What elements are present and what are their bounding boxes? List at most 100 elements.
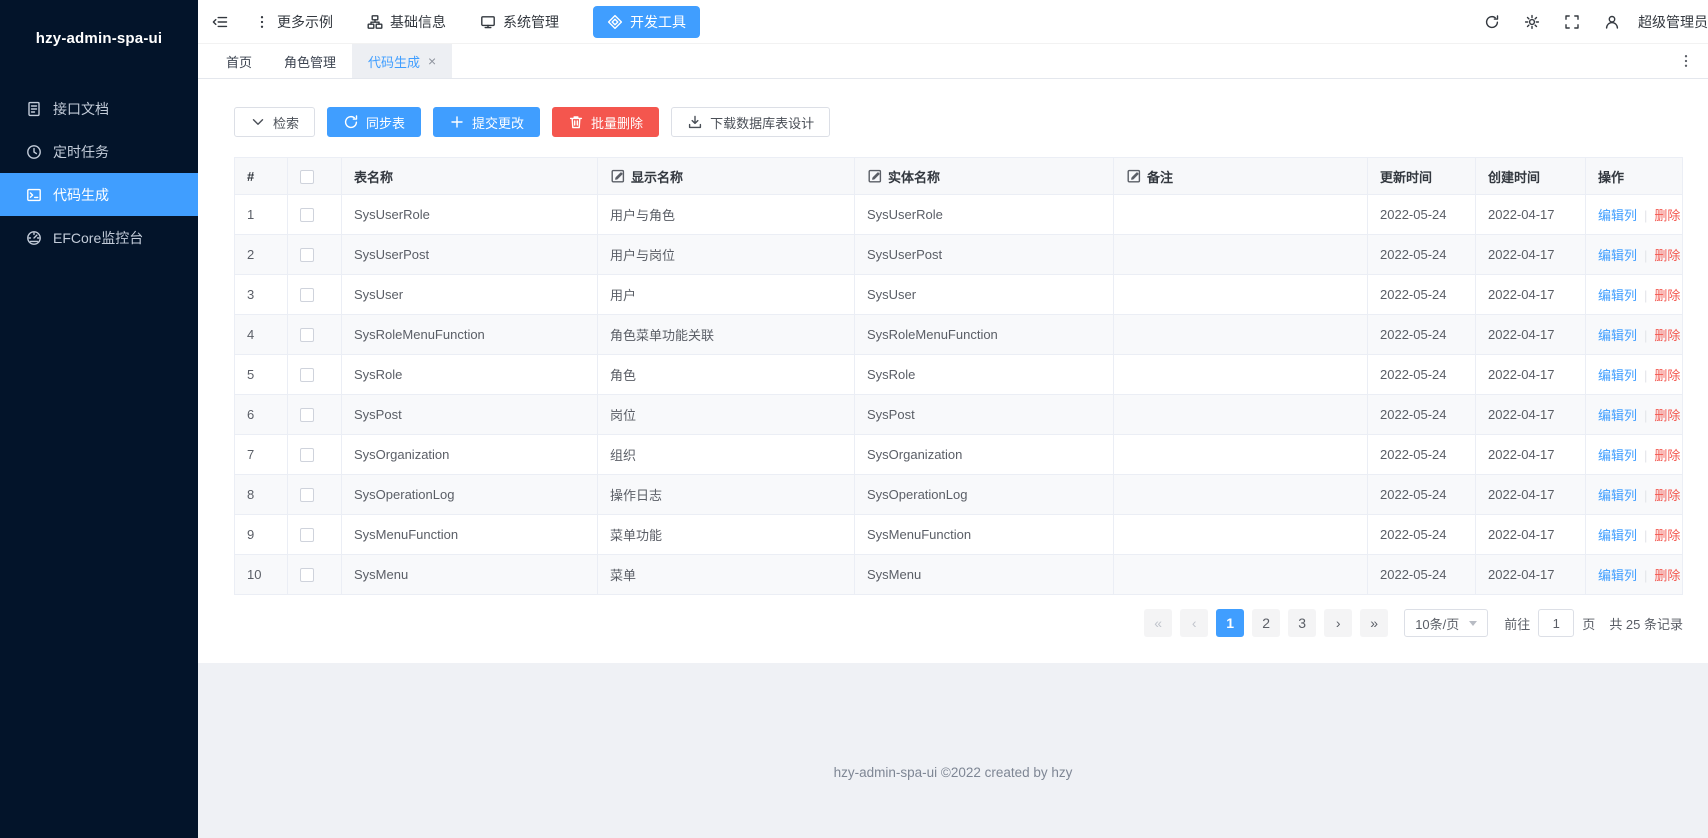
total-records-label: 共 25 条记录: [1609, 614, 1683, 633]
nav-item-basic-info[interactable]: 基础信息: [367, 12, 446, 32]
row-checkbox[interactable]: [300, 408, 314, 422]
delete-link[interactable]: 删除: [1654, 448, 1680, 463]
submit-changes-button[interactable]: 提交更改: [433, 107, 540, 137]
edit-columns-link[interactable]: 编辑列: [1598, 368, 1637, 383]
cell-remark: [1114, 275, 1368, 315]
nav-item-dev-tools[interactable]: 开发工具: [593, 6, 700, 38]
tab-options-icon[interactable]: [1664, 44, 1708, 78]
select-all-checkbox[interactable]: [300, 170, 314, 184]
edit-columns-link[interactable]: 编辑列: [1598, 528, 1637, 543]
row-checkbox[interactable]: [300, 448, 314, 462]
delete-link[interactable]: 删除: [1654, 488, 1680, 503]
nav-item-label: 基础信息: [390, 12, 446, 32]
refresh-icon[interactable]: [1484, 14, 1500, 30]
nav-item-more-examples[interactable]: 更多示例: [254, 12, 333, 32]
edit-columns-link[interactable]: 编辑列: [1598, 248, 1637, 263]
delete-link[interactable]: 删除: [1654, 528, 1680, 543]
edit-columns-link[interactable]: 编辑列: [1598, 408, 1637, 423]
sync-table-label: 同步表: [366, 113, 405, 132]
last-page-button[interactable]: »: [1360, 609, 1388, 637]
cell-remark: [1114, 475, 1368, 515]
user-icon[interactable]: [1604, 14, 1620, 30]
row-checkbox[interactable]: [300, 288, 314, 302]
download-schema-button[interactable]: 下载数据库表设计: [671, 107, 830, 137]
page-button-3[interactable]: 3: [1288, 609, 1316, 637]
cell-display-name: 用户与角色: [598, 195, 855, 235]
app-window: hzy-admin-spa-ui 接口文档 定时任务 代码生成 EFCore监控…: [0, 0, 1708, 838]
row-checkbox[interactable]: [300, 568, 314, 582]
edit-columns-link[interactable]: 编辑列: [1598, 448, 1637, 463]
table-row: 7 SysOrganization 组织 SysOrganization 202…: [235, 435, 1683, 475]
gem-icon: [607, 14, 623, 30]
cell-created: 2022-04-17: [1476, 395, 1586, 435]
page-size-select[interactable]: 10条/页: [1404, 609, 1488, 637]
sidebar-item-api-docs[interactable]: 接口文档: [0, 87, 198, 130]
link-divider: |: [1644, 448, 1647, 463]
delete-link[interactable]: 删除: [1654, 208, 1680, 223]
cell-updated: 2022-05-24: [1368, 435, 1476, 475]
row-index: 1: [235, 195, 288, 235]
nav-item-system-manage[interactable]: 系统管理: [480, 12, 559, 32]
cell-updated: 2022-05-24: [1368, 395, 1476, 435]
delete-link[interactable]: 删除: [1654, 568, 1680, 583]
delete-link[interactable]: 删除: [1654, 248, 1680, 263]
fullscreen-icon[interactable]: [1564, 14, 1580, 30]
tab-code-gen[interactable]: 代码生成 ×: [352, 44, 452, 78]
table-header-row: #表名称显示名称实体名称备注更新时间创建时间操作: [235, 158, 1683, 195]
monitor-icon: [480, 14, 496, 30]
page-button-2[interactable]: 2: [1252, 609, 1280, 637]
sidebar-item-label: 定时任务: [53, 142, 109, 162]
cell-entity-name: SysMenu: [855, 555, 1114, 595]
next-page-button[interactable]: ›: [1324, 609, 1352, 637]
table-row: 4 SysRoleMenuFunction 角色菜单功能关联 SysRoleMe…: [235, 315, 1683, 355]
edit-columns-link[interactable]: 编辑列: [1598, 328, 1637, 343]
current-user-label[interactable]: 超级管理员: [1638, 12, 1708, 32]
batch-delete-button[interactable]: 批量删除: [552, 107, 659, 137]
row-checkbox[interactable]: [300, 328, 314, 342]
tab-roles[interactable]: 角色管理: [268, 44, 352, 78]
row-checkbox[interactable]: [300, 368, 314, 382]
sync-table-button[interactable]: 同步表: [327, 107, 421, 137]
cell-table-name: SysMenu: [342, 555, 598, 595]
table-row: 10 SysMenu 菜单 SysMenu 2022-05-24 2022-04…: [235, 555, 1683, 595]
search-toggle-button[interactable]: 检索: [234, 107, 315, 137]
first-page-button[interactable]: «: [1144, 609, 1172, 637]
page-unit-label: 页: [1582, 614, 1595, 633]
page-button-1[interactable]: 1: [1216, 609, 1244, 637]
cell-remark: [1114, 515, 1368, 555]
prev-page-button[interactable]: ‹: [1180, 609, 1208, 637]
goto-label: 前往: [1504, 614, 1530, 633]
cell-updated: 2022-05-24: [1368, 555, 1476, 595]
delete-link[interactable]: 删除: [1654, 408, 1680, 423]
cell-table-name: SysRole: [342, 355, 598, 395]
cluster-icon: [367, 14, 383, 30]
chevron-down-icon: [250, 114, 266, 130]
page-jump-input[interactable]: [1538, 609, 1574, 637]
sidebar-item-cron-tasks[interactable]: 定时任务: [0, 130, 198, 173]
collapse-sidebar-button[interactable]: [212, 14, 228, 30]
edit-columns-link[interactable]: 编辑列: [1598, 208, 1637, 223]
row-checkbox[interactable]: [300, 528, 314, 542]
topbar-actions: 超级管理员: [1484, 12, 1708, 32]
edit-square-icon: [867, 168, 883, 184]
nav-item-label: 系统管理: [503, 12, 559, 32]
row-checkbox[interactable]: [300, 208, 314, 222]
row-checkbox[interactable]: [300, 488, 314, 502]
edit-columns-link[interactable]: 编辑列: [1598, 568, 1637, 583]
cell-created: 2022-04-17: [1476, 515, 1586, 555]
row-checkbox[interactable]: [300, 248, 314, 262]
gear-icon[interactable]: [1524, 14, 1540, 30]
edit-columns-link[interactable]: 编辑列: [1598, 288, 1637, 303]
trash-icon: [568, 114, 584, 130]
cell-display-name: 操作日志: [598, 475, 855, 515]
edit-columns-link[interactable]: 编辑列: [1598, 488, 1637, 503]
tab-home[interactable]: 首页: [210, 44, 268, 78]
sidebar-item-code-gen[interactable]: 代码生成: [0, 173, 198, 216]
delete-link[interactable]: 删除: [1654, 288, 1680, 303]
close-icon[interactable]: ×: [428, 54, 436, 68]
column-label: 操作: [1598, 167, 1624, 186]
delete-link[interactable]: 删除: [1654, 368, 1680, 383]
table-body: 1 SysUserRole 用户与角色 SysUserRole 2022-05-…: [235, 195, 1683, 595]
sidebar-item-efcore-monitor[interactable]: EFCore监控台: [0, 216, 198, 259]
delete-link[interactable]: 删除: [1654, 328, 1680, 343]
